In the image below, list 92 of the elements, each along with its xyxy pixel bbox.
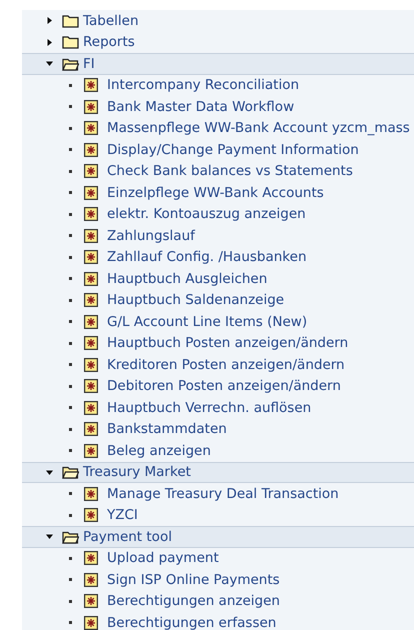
expanded-arrow-icon[interactable] (46, 468, 53, 476)
folder-row[interactable]: Tabellen (22, 10, 414, 32)
transaction-icon (84, 293, 98, 308)
transaction-icon (84, 78, 98, 92)
transaction-label[interactable]: Einzelpflege WW-Bank Accounts (107, 182, 324, 203)
folder-label: Reports (83, 33, 135, 52)
transaction-label[interactable]: Zahlungslauf (107, 226, 195, 246)
transaction-label[interactable]: Intercompany Reconciliation (107, 75, 300, 96)
transaction-label[interactable]: Hauptbuch Ausgleichen (107, 268, 268, 289)
transaction-label[interactable]: Debitoren Posten anzeigen/ändern (107, 376, 341, 396)
bullet-icon (69, 234, 72, 238)
folder-row[interactable]: FI (22, 53, 414, 74)
expanded-arrow-icon[interactable] (46, 533, 53, 540)
expanded-arrow-icon[interactable] (46, 60, 53, 68)
folder-label: Tabellen (83, 12, 139, 31)
transaction-label[interactable]: Bankstammdaten (107, 419, 227, 440)
folder-label: Treasury Market (83, 463, 191, 482)
collapsed-arrow-icon[interactable] (46, 17, 53, 24)
transaction-label[interactable]: G/L Account Line Items (New) (107, 312, 308, 332)
transaction-label[interactable]: Hauptbuch Saldenanzeige (107, 290, 284, 310)
transaction-icon (84, 572, 98, 587)
bullet-icon (69, 298, 72, 302)
open-folder-icon (62, 56, 79, 71)
folder-icon (62, 14, 79, 28)
transaction-icon (84, 250, 98, 264)
transaction-label[interactable]: Berechtigungen anzeigen (107, 591, 280, 612)
transaction-label[interactable]: Hauptbuch Verrechn. auflösen (107, 398, 312, 418)
folder-icon (62, 35, 79, 50)
transaction-label[interactable]: Bank Master Data Workflow (107, 96, 294, 117)
transaction-icon (84, 422, 98, 436)
transaction-icon (84, 508, 98, 522)
transaction-icon (84, 228, 98, 243)
transaction-label[interactable]: Upload payment (107, 548, 219, 568)
transaction-icon (84, 400, 98, 415)
bullet-icon (69, 320, 72, 324)
bullet-icon (69, 578, 72, 582)
transaction-label[interactable]: Massenpflege WW-Bank Account yzcm_mass (107, 118, 410, 138)
transaction-label[interactable]: Check Bank balances vs Statements (107, 161, 353, 182)
transaction-label[interactable]: Sign ISP Online Payments (107, 570, 280, 590)
folder-label: Payment tool (83, 528, 172, 547)
bullet-icon (69, 277, 72, 280)
bullet-icon (69, 621, 72, 624)
bullet-icon (69, 428, 72, 431)
transaction-icon (84, 186, 98, 200)
bullet-icon (69, 363, 72, 366)
transaction-label[interactable]: Zahllauf Config. /Hausbanken (107, 247, 307, 268)
transaction-icon (84, 379, 98, 394)
transaction-icon (84, 100, 98, 114)
bullet-icon (69, 342, 72, 345)
bullet-icon (69, 126, 72, 130)
bullet-icon (69, 406, 72, 410)
bullet-icon (69, 384, 72, 388)
transaction-label[interactable]: YZCI (107, 505, 138, 526)
transaction-icon (84, 594, 98, 608)
bullet-icon (69, 170, 72, 173)
collapsed-arrow-icon[interactable] (46, 38, 53, 46)
bullet-icon (69, 212, 72, 216)
transaction-label[interactable]: Berechtigungen erfassen (107, 612, 276, 630)
transaction-icon (84, 616, 98, 630)
transaction-icon (84, 336, 98, 350)
transaction-label[interactable]: Beleg anzeigen (107, 440, 211, 461)
folder-row[interactable]: Reports (22, 32, 414, 53)
bullet-icon (69, 256, 72, 259)
transaction-label[interactable]: Display/Change Payment Information (107, 140, 359, 160)
transaction-icon (84, 358, 98, 372)
bullet-icon (69, 148, 72, 152)
transaction-icon (84, 121, 98, 136)
transaction-icon (84, 444, 98, 458)
bullet-icon (69, 492, 72, 496)
transaction-label[interactable]: elektr. Kontoauszug anzeigen (107, 204, 306, 224)
bullet-icon (69, 600, 72, 603)
folder-row[interactable]: Treasury Market (22, 462, 414, 483)
transaction-icon (84, 142, 98, 157)
bullet-icon (69, 556, 72, 560)
transaction-label[interactable]: Manage Treasury Deal Transaction (107, 484, 339, 504)
transaction-icon (84, 207, 98, 222)
open-folder-icon (62, 530, 79, 544)
bullet-icon (69, 105, 72, 108)
folder-label: FI (83, 54, 95, 74)
bullet-icon (69, 191, 72, 194)
bullet-icon (69, 449, 72, 452)
open-folder-icon (62, 465, 79, 480)
folder-row[interactable]: Payment tool (22, 526, 414, 548)
transaction-icon (84, 272, 98, 286)
transaction-label[interactable]: Hauptbuch Posten anzeigen/ändern (107, 333, 348, 354)
bullet-icon (69, 84, 72, 87)
transaction-label[interactable]: Kreditoren Posten anzeigen/ändern (107, 354, 345, 375)
transaction-icon (84, 551, 98, 566)
transaction-icon (84, 164, 98, 178)
transaction-icon (84, 314, 98, 329)
transaction-icon (84, 486, 98, 501)
bullet-icon (69, 514, 72, 517)
